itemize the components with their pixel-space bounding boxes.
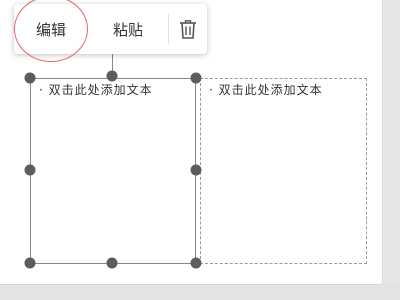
paste-button[interactable]: 粘贴 bbox=[88, 4, 168, 54]
resize-handle-bottom[interactable] bbox=[106, 257, 118, 269]
canvas-margin-bottom bbox=[0, 285, 400, 300]
highlight-circle bbox=[14, 0, 88, 62]
paste-button-label: 粘贴 bbox=[112, 20, 143, 39]
text-placeholder: 双击此处添加文本 bbox=[48, 83, 153, 97]
text-placeholder: 双击此处添加文本 bbox=[218, 83, 323, 97]
canvas-margin-right bbox=[383, 0, 400, 300]
resize-handle-bottom-right[interactable] bbox=[190, 257, 202, 269]
resize-handle-bottom-left[interactable] bbox=[24, 257, 36, 269]
text-box[interactable]: · 双击此处添加文本 bbox=[200, 78, 367, 264]
edit-button[interactable]: 编辑 bbox=[14, 0, 88, 62]
resize-handle-top[interactable] bbox=[106, 70, 118, 82]
context-toolbar: 编辑 粘贴 bbox=[14, 0, 207, 62]
resize-handle-top-left[interactable] bbox=[24, 72, 36, 84]
trash-icon bbox=[180, 20, 196, 39]
bullet-point: · bbox=[209, 83, 214, 97]
resize-handle-right[interactable] bbox=[190, 164, 202, 176]
bullet-point: · bbox=[39, 83, 44, 97]
resize-handle-top-right[interactable] bbox=[190, 72, 202, 84]
text-box-selected[interactable]: · 双击此处添加文本 bbox=[30, 78, 196, 264]
delete-button[interactable] bbox=[169, 4, 207, 54]
resize-handle-left[interactable] bbox=[24, 164, 36, 176]
